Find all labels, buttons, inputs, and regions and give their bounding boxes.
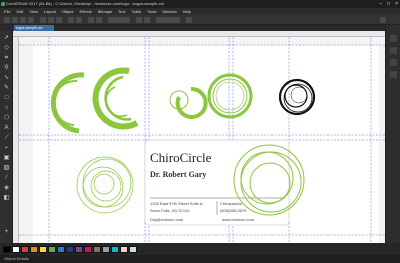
launch-icon[interactable]: [380, 17, 386, 23]
artistic-media-tool-icon[interactable]: ✎: [3, 85, 10, 92]
shape-tool-icon[interactable]: ◇: [3, 45, 10, 52]
zoom-tool-icon[interactable]: ⚲: [3, 65, 10, 72]
swatch[interactable]: [102, 245, 110, 253]
swatch[interactable]: [30, 245, 38, 253]
swatch[interactable]: [57, 245, 65, 253]
menu-effects[interactable]: Effects: [80, 8, 92, 15]
menu-help[interactable]: Help: [183, 8, 191, 15]
menu-view[interactable]: View: [29, 8, 38, 15]
options-icon[interactable]: [186, 17, 192, 23]
ellipse-tool-icon[interactable]: ○: [3, 105, 10, 112]
crop-tool-icon[interactable]: ⌗: [3, 55, 10, 62]
app-icon: [1, 2, 5, 6]
export-icon[interactable]: [96, 17, 102, 23]
connector-tool-icon[interactable]: ⌐: [3, 145, 10, 152]
menu-text[interactable]: Text: [118, 8, 125, 15]
swatch[interactable]: [84, 245, 92, 253]
transparency-tool-icon[interactable]: ▨: [3, 165, 10, 172]
app-window: CorelDRAW 2017 (64-Bit) - C:\Users\..\De…: [0, 0, 400, 263]
print-icon[interactable]: [28, 17, 34, 23]
import-icon[interactable]: [88, 17, 94, 23]
menu-edit[interactable]: Edit: [16, 8, 23, 15]
swatch[interactable]: [93, 245, 101, 253]
pick-tool-icon[interactable]: ➚: [3, 35, 10, 42]
card-role[interactable]: Chiropractor: [220, 201, 242, 206]
minimize-button[interactable]: –: [379, 0, 382, 8]
eyedropper-tool-icon[interactable]: ⁄: [3, 175, 10, 182]
new-document-icon[interactable]: [4, 17, 10, 23]
undo-icon[interactable]: [68, 17, 74, 23]
paste-icon[interactable]: [56, 17, 62, 23]
menu-bitmaps[interactable]: Bitmaps: [98, 8, 112, 15]
color-palette: [0, 243, 400, 255]
text-tool-icon[interactable]: A: [3, 125, 10, 132]
status-bar: Object Details: [0, 255, 400, 263]
close-button[interactable]: ×: [395, 0, 398, 8]
swatch[interactable]: [48, 245, 56, 253]
rulers-icon[interactable]: [144, 17, 150, 23]
window-title: CorelDRAW 2017 (64-Bit) - C:\Users\..\De…: [6, 1, 164, 6]
standard-toolbar: [0, 15, 400, 25]
card-phone[interactable]: (605)555-0679: [220, 208, 246, 213]
card-address-line1[interactable]: 1320 East 57th Street Suite A: [150, 201, 202, 206]
toolbox: ➚ ◇ ⌗ ⚲ ∿ ✎ □ ○ ⬠ A ⟋ ⌐ ▣ ▨ ⁄ ◈ ◧ +: [0, 31, 13, 243]
swatch[interactable]: [129, 245, 137, 253]
maximize-button[interactable]: □: [387, 0, 390, 8]
swatch[interactable]: [111, 245, 119, 253]
swatch[interactable]: [3, 245, 11, 253]
swatch[interactable]: [12, 245, 20, 253]
title-bar: CorelDRAW 2017 (64-Bit) - C:\Users\..\De…: [0, 0, 400, 8]
drawing-canvas[interactable]: ChiroCircle Dr. Robert Gary 1320 East 57…: [19, 37, 385, 243]
save-icon[interactable]: [20, 17, 26, 23]
rectangle-tool-icon[interactable]: □: [3, 95, 10, 102]
freehand-tool-icon[interactable]: ∿: [3, 75, 10, 82]
zoom-level-select[interactable]: [108, 17, 130, 23]
dimension-tool-icon[interactable]: ⟋: [3, 135, 10, 142]
properties-icon[interactable]: [390, 47, 397, 54]
card-website[interactable]: www.chirocrc.com: [222, 217, 254, 222]
drop-shadow-tool-icon[interactable]: ▣: [3, 155, 10, 162]
menu-bar: File Edit View Layout Object Effects Bit…: [0, 8, 400, 15]
menu-file[interactable]: File: [4, 8, 10, 15]
menu-layout[interactable]: Layout: [44, 8, 56, 15]
redo-icon[interactable]: [76, 17, 82, 23]
interactive-fill-tool-icon[interactable]: ◈: [3, 185, 10, 192]
swatch[interactable]: [75, 245, 83, 253]
smart-fill-tool-icon[interactable]: ◧: [3, 195, 10, 202]
docker-panel: [385, 25, 400, 243]
copy-icon[interactable]: [48, 17, 54, 23]
hints-icon[interactable]: [390, 35, 397, 42]
objects-icon[interactable]: [390, 59, 397, 66]
snap-to-select[interactable]: [156, 17, 180, 23]
swatch[interactable]: [21, 245, 29, 253]
window-controls: – □ ×: [379, 0, 398, 8]
swatch[interactable]: [66, 245, 74, 253]
status-text: Object Details: [4, 256, 29, 261]
add-tool-icon[interactable]: +: [3, 229, 10, 236]
color-styles-icon[interactable]: [390, 71, 397, 78]
open-icon[interactable]: [12, 17, 18, 23]
menu-table[interactable]: Table: [132, 8, 142, 15]
menu-window[interactable]: Window: [162, 8, 176, 15]
swatch[interactable]: [120, 245, 128, 253]
cut-icon[interactable]: [40, 17, 46, 23]
card-person-name[interactable]: Dr. Robert Gary: [150, 170, 206, 179]
artwork: [19, 37, 385, 243]
card-address-line2[interactable]: Sioux Falls, SD 57124: [150, 208, 190, 213]
menu-tools[interactable]: Tools: [147, 8, 156, 15]
card-email[interactable]: Drg@chirocrc.com: [150, 217, 183, 222]
full-screen-icon[interactable]: [136, 17, 142, 23]
card-company-name[interactable]: ChiroCircle: [150, 150, 211, 166]
menu-object[interactable]: Object: [62, 8, 74, 15]
polygon-tool-icon[interactable]: ⬠: [3, 115, 10, 122]
swatch[interactable]: [39, 245, 47, 253]
